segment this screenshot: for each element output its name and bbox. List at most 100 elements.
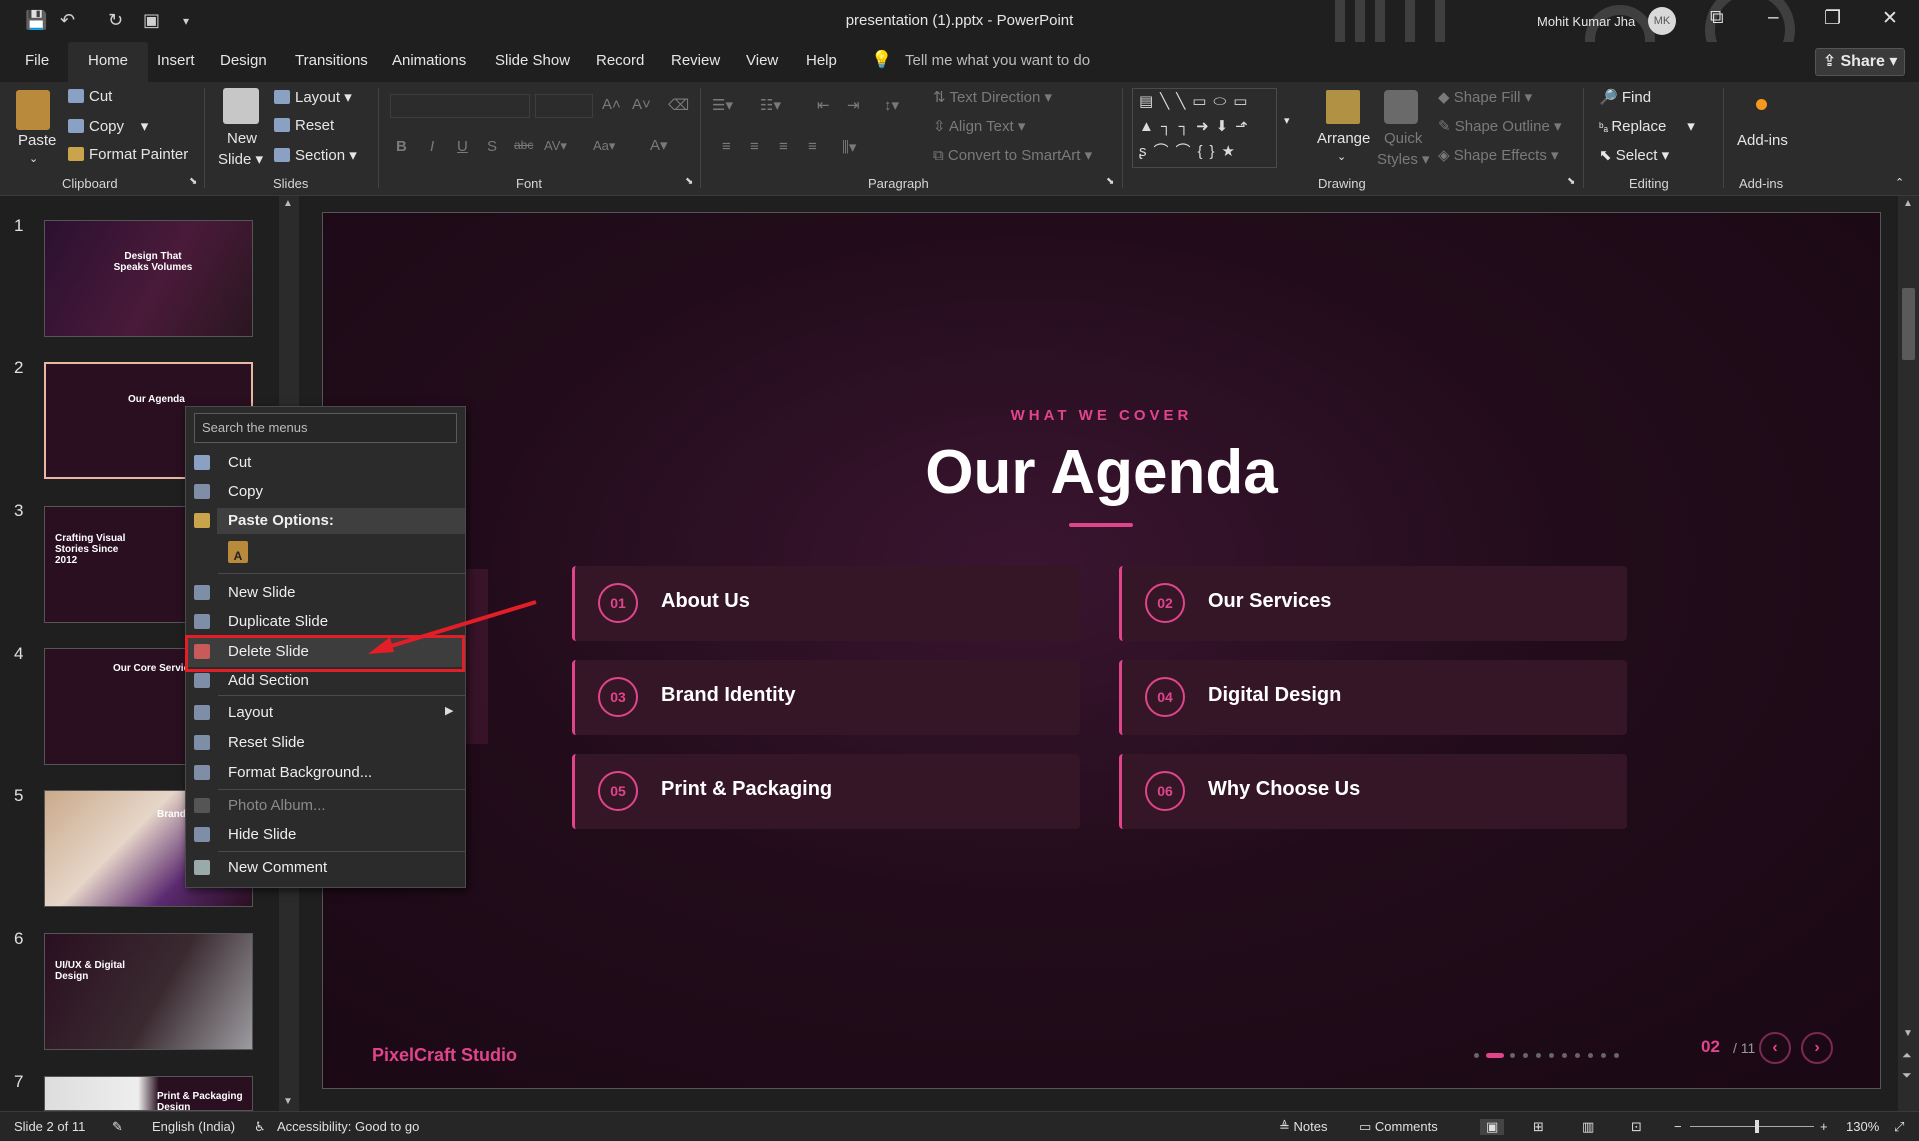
font-color-icon[interactable]: A▾ bbox=[650, 136, 668, 154]
fit-slide-icon[interactable]: ⤢ bbox=[1894, 1119, 1904, 1135]
new-slide-icon[interactable] bbox=[223, 88, 259, 124]
add-ins-button[interactable]: Add-ins bbox=[1737, 132, 1788, 149]
line-spacing-icon[interactable]: ↕▾ bbox=[884, 96, 899, 114]
italic-icon[interactable]: I bbox=[430, 138, 434, 155]
tab-record[interactable]: Record bbox=[596, 52, 644, 69]
scroll-up-icon[interactable]: ▲ bbox=[283, 198, 293, 209]
scroll-down-icon[interactable]: ▼ bbox=[1903, 1028, 1913, 1039]
scroll-down-icon[interactable]: ▼ bbox=[283, 1096, 293, 1107]
quick-styles-label[interactable]: Quick bbox=[1384, 130, 1422, 147]
next-slide-icon[interactable]: ⏷ bbox=[1902, 1068, 1912, 1083]
new-slide-dropdown[interactable]: Slide ▾ bbox=[218, 150, 263, 168]
increase-indent-icon[interactable]: ⇥ bbox=[847, 96, 860, 114]
decrease-indent-icon[interactable]: ⇤ bbox=[817, 96, 830, 114]
columns-icon[interactable]: ⫼▾ bbox=[842, 138, 856, 156]
slide-canvas[interactable]: WHAT WE COVER Our Agenda 01 About Us 02 … bbox=[322, 212, 1881, 1089]
replace-button[interactable]: ᵇₐ Replace ▾ bbox=[1599, 117, 1695, 135]
reset-button[interactable]: Reset bbox=[274, 117, 334, 134]
arrange-icon[interactable] bbox=[1326, 90, 1360, 124]
accessibility-icon[interactable]: ♿ bbox=[254, 1119, 266, 1135]
menu-item-layout[interactable]: Layout ▶ bbox=[186, 699, 465, 727]
clipboard-launcher-icon[interactable]: ⬊ bbox=[189, 176, 197, 187]
clear-format-icon[interactable]: ⌫ bbox=[668, 96, 689, 114]
section-button[interactable]: Section ▾ bbox=[274, 146, 357, 164]
spellcheck-icon[interactable]: ✎ bbox=[112, 1119, 123, 1135]
share-button[interactable]: ⇪ Share ▾ bbox=[1815, 48, 1905, 76]
zoom-slider[interactable] bbox=[1690, 1126, 1814, 1127]
tab-insert[interactable]: Insert bbox=[157, 52, 195, 69]
accessibility-status[interactable]: Accessibility: Good to go bbox=[277, 1119, 419, 1134]
format-painter-button[interactable]: Format Painter bbox=[68, 146, 188, 163]
new-slide-label[interactable]: New bbox=[227, 130, 257, 147]
paste-dropdown-icon[interactable]: ⌄ bbox=[29, 152, 38, 165]
shrink-font-icon[interactable]: A˅ bbox=[632, 96, 651, 113]
add-ins-icon[interactable] bbox=[1756, 99, 1767, 110]
close-icon[interactable]: ✕ bbox=[1882, 7, 1898, 30]
font-name-box[interactable] bbox=[390, 94, 530, 118]
slide-thumbnail[interactable]: UI/UX & Digital Design bbox=[44, 933, 253, 1050]
shape-effects-button[interactable]: ◈ Shape Effects ▾ bbox=[1438, 146, 1559, 164]
menu-item-cut[interactable]: Cut bbox=[186, 449, 465, 477]
language-indicator[interactable]: English (India) bbox=[152, 1119, 235, 1134]
change-case-icon[interactable]: Aa▾ bbox=[593, 138, 615, 154]
ribbon-display-icon[interactable]: ⧉ bbox=[1710, 7, 1724, 29]
tab-design[interactable]: Design bbox=[220, 52, 267, 69]
previous-slide-icon[interactable]: ⏶ bbox=[1902, 1048, 1912, 1063]
menu-item-format-background[interactable]: Format Background... bbox=[186, 759, 465, 787]
drawing-launcher-icon[interactable]: ⬊ bbox=[1567, 176, 1575, 187]
text-direction-button[interactable]: ⇅ Text Direction ▾ bbox=[933, 88, 1052, 106]
tell-me-search[interactable]: Tell me what you want to do bbox=[905, 52, 1090, 69]
font-size-box[interactable] bbox=[535, 94, 593, 118]
font-launcher-icon[interactable]: ⬊ bbox=[685, 176, 693, 187]
editor-scrollbar[interactable]: ▲ ▼ ⏶ ⏷ bbox=[1898, 196, 1919, 1111]
zoom-out-icon[interactable]: − bbox=[1674, 1119, 1682, 1134]
bold-icon[interactable]: B bbox=[396, 138, 407, 155]
tab-home[interactable]: Home bbox=[88, 52, 128, 69]
shape-fill-button[interactable]: ◆ Shape Fill ▾ bbox=[1438, 88, 1532, 106]
align-text-button[interactable]: ⇳ Align Text ▾ bbox=[933, 117, 1025, 135]
find-button[interactable]: 🔎 Find bbox=[1599, 88, 1651, 106]
zoom-level[interactable]: 130% bbox=[1846, 1119, 1879, 1134]
underline-icon[interactable]: U bbox=[457, 138, 468, 155]
quick-styles-dropdown[interactable]: Styles ▾ bbox=[1377, 150, 1430, 168]
arrange-button[interactable]: Arrange bbox=[1317, 130, 1370, 147]
shapes-gallery[interactable]: ▤╲╲▭⬭▭ ▲┐┐➜⬇⬏ ʂ⌒⌒{}★ bbox=[1132, 88, 1277, 168]
menu-item-copy[interactable]: Copy bbox=[186, 478, 465, 506]
user-name[interactable]: Mohit Kumar Jha bbox=[1537, 14, 1635, 29]
grow-font-icon[interactable]: A˄ bbox=[602, 96, 621, 113]
quick-styles-icon[interactable] bbox=[1384, 90, 1418, 124]
spacing-icon[interactable]: AV▾ bbox=[544, 138, 567, 154]
menu-item-reset-slide[interactable]: Reset Slide bbox=[186, 729, 465, 757]
bullets-icon[interactable]: ☰▾ bbox=[712, 96, 733, 114]
menu-item-hide-slide[interactable]: Hide Slide bbox=[186, 821, 465, 849]
slide-thumbnail[interactable]: Print & Packaging Design bbox=[44, 1076, 253, 1111]
convert-smartart-button[interactable]: ⧉ Convert to SmartArt ▾ bbox=[933, 146, 1092, 164]
layout-button[interactable]: Layout ▾ bbox=[274, 88, 352, 106]
numbering-icon[interactable]: ☷▾ bbox=[760, 96, 781, 114]
align-left-icon[interactable]: ≡ bbox=[722, 138, 731, 155]
copy-button[interactable]: Copy ▾ bbox=[68, 117, 148, 135]
scroll-thumb[interactable] bbox=[1902, 288, 1915, 360]
slide-thumbnail[interactable]: Design That Speaks Volumes bbox=[44, 220, 253, 337]
select-button[interactable]: ⬉ Select ▾ bbox=[1599, 146, 1669, 164]
menu-search-input[interactable]: Search the menus bbox=[194, 413, 457, 443]
menu-item-new-comment[interactable]: New Comment bbox=[186, 854, 465, 882]
tab-slide-show[interactable]: Slide Show bbox=[495, 52, 570, 69]
slideshow-icon[interactable]: ⊡ bbox=[1631, 1119, 1642, 1135]
zoom-slider-thumb[interactable] bbox=[1755, 1120, 1759, 1133]
restore-icon[interactable]: ❐ bbox=[1824, 7, 1841, 30]
zoom-in-icon[interactable]: + bbox=[1820, 1119, 1828, 1134]
tab-transitions[interactable]: Transitions bbox=[295, 52, 368, 69]
paste-button[interactable]: Paste bbox=[18, 132, 56, 149]
align-center-icon[interactable]: ≡ bbox=[750, 138, 759, 155]
paragraph-launcher-icon[interactable]: ⬊ bbox=[1106, 176, 1114, 187]
strikethrough-icon[interactable]: abc bbox=[514, 138, 533, 152]
justify-icon[interactable]: ≡ bbox=[808, 138, 817, 155]
paste-keep-text-icon[interactable]: A bbox=[228, 541, 248, 563]
notes-button[interactable]: ≜ Notes bbox=[1279, 1119, 1327, 1135]
slide-sorter-icon[interactable]: ⊞ bbox=[1533, 1119, 1544, 1135]
align-right-icon[interactable]: ≡ bbox=[779, 138, 788, 155]
arrange-dropdown-icon[interactable]: ⌄ bbox=[1337, 150, 1346, 163]
tab-view[interactable]: View bbox=[746, 52, 778, 69]
shape-outline-button[interactable]: ✎ Shape Outline ▾ bbox=[1438, 117, 1562, 135]
